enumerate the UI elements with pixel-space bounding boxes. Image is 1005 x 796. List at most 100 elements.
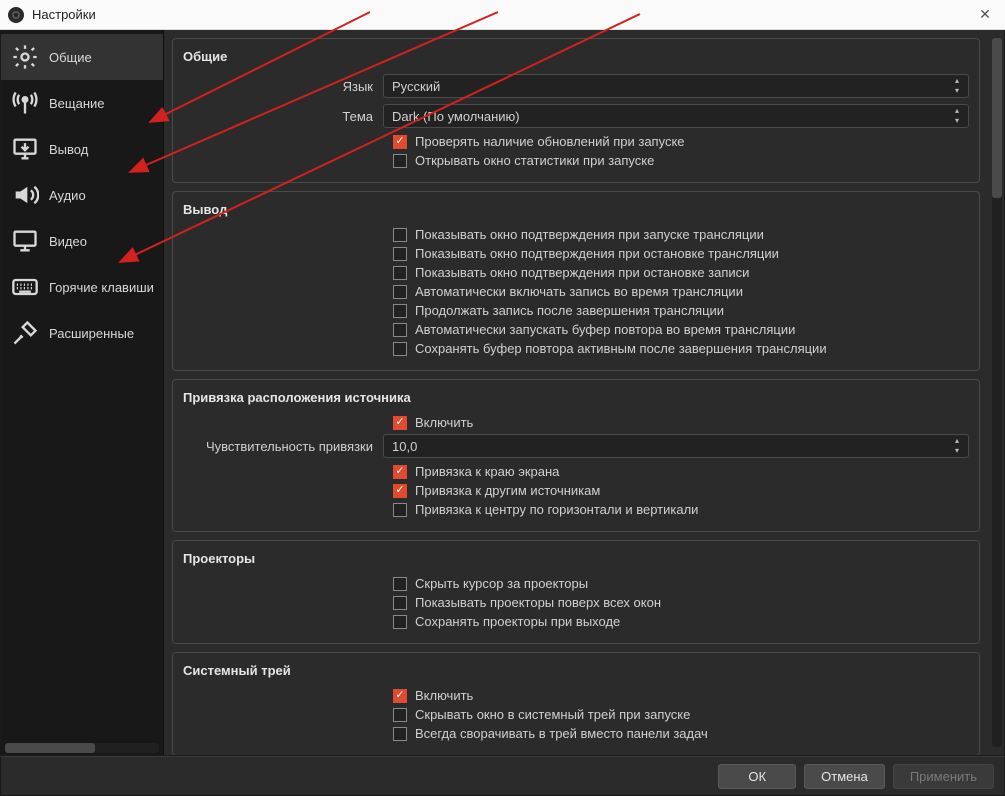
group-tray: Системный трей Включить Скрывать окно в …: [172, 652, 980, 755]
sidebar-item-label: Вывод: [49, 142, 88, 157]
checkbox-label: Показывать окно подтверждения при запуск…: [415, 227, 764, 242]
snap-enable-checkbox[interactable]: [393, 416, 407, 430]
checkbox[interactable]: [393, 503, 407, 517]
sidebar-item-stream[interactable]: Вещание: [1, 80, 163, 126]
snap-enable-row: Включить: [393, 415, 969, 430]
checkbox-row: Сохранять буфер повтора активным после з…: [393, 341, 969, 356]
group-snap: Привязка расположения источника Включить…: [172, 379, 980, 532]
checkbox-label: Скрыть курсор за проекторы: [415, 576, 588, 591]
monitor-arrow-icon: [11, 135, 39, 163]
checkbox[interactable]: [393, 154, 407, 168]
sidebar-item-label: Расширенные: [49, 326, 134, 341]
checkbox-label: Проверять наличие обновлений при запуске: [415, 134, 685, 149]
checkbox[interactable]: [393, 266, 407, 280]
checkbox-row: Привязка к краю экрана: [393, 464, 969, 479]
main-scrollbar[interactable]: [992, 38, 1002, 747]
group-general: Общие Язык Русский ▴▾ Тема Dark (По умол…: [172, 38, 980, 183]
checkbox-row: Открывать окно статистики при запуске: [393, 153, 969, 168]
group-projectors: Проекторы Скрыть курсор за проекторы Пока…: [172, 540, 980, 644]
checkbox-label: Открывать окно статистики при запуске: [415, 153, 654, 168]
group-title: Проекторы: [183, 551, 969, 566]
checkbox-label: Автоматически запускать буфер повтора во…: [415, 322, 795, 337]
sidebar-item-video[interactable]: Видео: [1, 218, 163, 264]
main-panel: Общие Язык Русский ▴▾ Тема Dark (По умол…: [164, 30, 1004, 755]
checkbox-row: Автоматически запускать буфер повтора во…: [393, 322, 969, 337]
checkbox-label: Продолжать запись после завершения транс…: [415, 303, 724, 318]
checkbox-label: Включить: [415, 688, 473, 703]
checkbox-label: Привязка к центру по горизонтали и верти…: [415, 502, 698, 517]
group-output: Вывод Показывать окно подтверждения при …: [172, 191, 980, 371]
checkbox-row: Показывать окно подтверждения при остано…: [393, 246, 969, 261]
speaker-icon: [11, 181, 39, 209]
checkbox[interactable]: [393, 342, 407, 356]
group-title: Системный трей: [183, 663, 969, 678]
tray-enable-row: Включить: [393, 688, 969, 703]
app-icon: [8, 7, 24, 23]
checkbox-row: Привязка к другим источникам: [393, 483, 969, 498]
titlebar: Настройки ✕: [0, 0, 1005, 30]
checkbox-label: Показывать окно подтверждения при остано…: [415, 265, 749, 280]
checkbox[interactable]: [393, 285, 407, 299]
checkbox-row: Сохранять проекторы при выходе: [393, 614, 969, 629]
dropdown-arrows-icon: ▴▾: [950, 77, 964, 95]
keyboard-icon: [11, 273, 39, 301]
sidebar-item-audio[interactable]: Аудио: [1, 172, 163, 218]
checkbox-label: Скрывать окно в системный трей при запус…: [415, 707, 690, 722]
checkbox[interactable]: [393, 596, 407, 610]
sidebar-item-label: Видео: [49, 234, 87, 249]
sidebar-item-hotkeys[interactable]: Горячие клавиши: [1, 264, 163, 310]
checkbox[interactable]: [393, 465, 407, 479]
sidebar-item-output[interactable]: Вывод: [1, 126, 163, 172]
sidebar-item-label: Аудио: [49, 188, 86, 203]
gear-icon: [11, 43, 39, 71]
sensitivity-label: Чувствительность привязки: [183, 439, 383, 454]
dropdown-arrows-icon: ▴▾: [950, 107, 964, 125]
checkbox-row: Показывать проекторы поверх всех окон: [393, 595, 969, 610]
checkbox[interactable]: [393, 228, 407, 242]
checkbox-row: Показывать окно подтверждения при запуск…: [393, 227, 969, 242]
sidebar-scrollbar[interactable]: [5, 743, 159, 753]
sensitivity-spinner[interactable]: 10,0 ▴▾: [383, 434, 969, 458]
tray-enable-checkbox[interactable]: [393, 689, 407, 703]
checkbox-label: Показывать окно подтверждения при остано…: [415, 246, 779, 261]
checkbox-row: Продолжать запись после завершения транс…: [393, 303, 969, 318]
checkbox-row: Всегда сворачивать в трей вместо панели …: [393, 726, 969, 741]
sidebar: Общие Вещание Вывод Аудио Видео Горячие …: [1, 30, 164, 755]
checkbox-row: Автоматически включать запись во время т…: [393, 284, 969, 299]
checkbox[interactable]: [393, 247, 407, 261]
theme-dropdown[interactable]: Dark (По умолчанию) ▴▾: [383, 104, 969, 128]
checkbox-row: Показывать окно подтверждения при остано…: [393, 265, 969, 280]
checkbox[interactable]: [393, 484, 407, 498]
checkbox[interactable]: [393, 577, 407, 591]
ok-button[interactable]: ОК: [718, 764, 796, 789]
checkbox[interactable]: [393, 708, 407, 722]
monitor-icon: [11, 227, 39, 255]
language-dropdown[interactable]: Русский ▴▾: [383, 74, 969, 98]
checkbox-row: Проверять наличие обновлений при запуске: [393, 134, 969, 149]
apply-button[interactable]: Применить: [893, 764, 994, 789]
antenna-icon: [11, 89, 39, 117]
checkbox-label: Показывать проекторы поверх всех окон: [415, 595, 661, 610]
checkbox-label: Сохранять проекторы при выходе: [415, 614, 620, 629]
group-title: Привязка расположения источника: [183, 390, 969, 405]
cancel-button[interactable]: Отмена: [804, 764, 885, 789]
checkbox-label: Привязка к краю экрана: [415, 464, 559, 479]
group-title: Вывод: [183, 202, 969, 217]
checkbox-row: Скрыть курсор за проекторы: [393, 576, 969, 591]
sidebar-item-general[interactable]: Общие: [1, 34, 163, 80]
checkbox[interactable]: [393, 304, 407, 318]
checkbox-label: Всегда сворачивать в трей вместо панели …: [415, 726, 708, 741]
tools-icon: [11, 319, 39, 347]
dialog-footer: ОК Отмена Применить: [0, 756, 1005, 796]
spinner-arrows-icon: ▴▾: [950, 437, 964, 455]
checkbox[interactable]: [393, 615, 407, 629]
checkbox-label: Сохранять буфер повтора активным после з…: [415, 341, 827, 356]
language-label: Язык: [183, 79, 383, 94]
checkbox-row: Привязка к центру по горизонтали и верти…: [393, 502, 969, 517]
close-button[interactable]: ✕: [973, 6, 997, 23]
sidebar-item-label: Горячие клавиши: [49, 280, 154, 295]
checkbox[interactable]: [393, 727, 407, 741]
checkbox[interactable]: [393, 323, 407, 337]
checkbox[interactable]: [393, 135, 407, 149]
sidebar-item-advanced[interactable]: Расширенные: [1, 310, 163, 356]
